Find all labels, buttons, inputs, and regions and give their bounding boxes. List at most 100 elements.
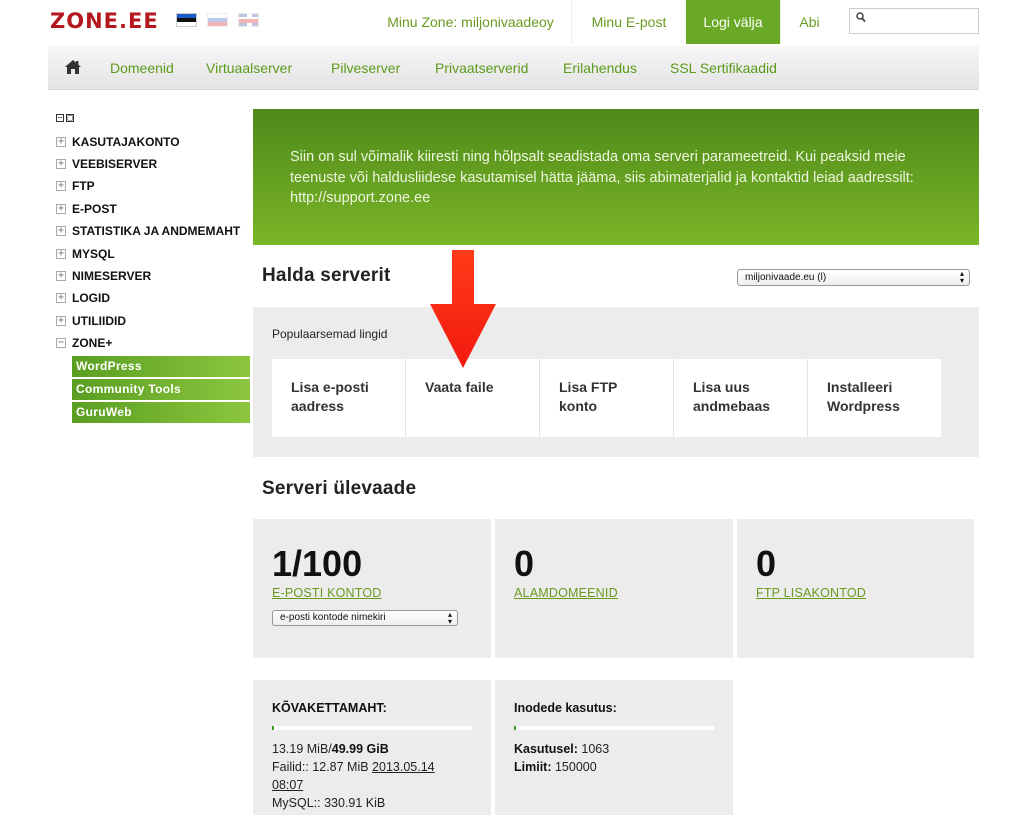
popular-links-panel: Populaarsemad lingid Lisa e-posti aadress…	[253, 307, 979, 457]
sidebar-item-nimeserver[interactable]: + NIMESERVER	[56, 267, 151, 285]
sidebar-item-label: MYSQL	[72, 247, 115, 261]
select-arrows-icon: ▴ ▾	[959, 269, 964, 285]
sidebar-item-label: KASUTAJAKONTO	[72, 135, 180, 149]
expand-icon: +	[56, 158, 66, 169]
sidebar-item-kasutajakonto[interactable]: + KASUTAJAKONTO	[56, 133, 180, 151]
expand-icon: +	[56, 136, 66, 147]
sidebar-item-logid[interactable]: + LOGID	[56, 289, 110, 307]
sidebar-item-label: ZONE+	[72, 336, 113, 350]
collapse-all-icon[interactable]: −	[56, 114, 64, 122]
info-banner: Siin on sul võimalik kiiresti ning hõlps…	[253, 109, 979, 245]
inode-usage-bar-fill	[514, 726, 516, 730]
sidebar-item-label: FTP	[72, 179, 95, 193]
link-install-wordpress[interactable]: Installeeri Wordpress	[808, 359, 941, 437]
home-icon[interactable]	[64, 58, 82, 76]
server-overview-title: Serveri ülevaade	[262, 478, 417, 499]
nav-virtuaalserver[interactable]: Virtuaalserver	[206, 60, 292, 76]
my-zone-link[interactable]: Minu Zone: miljonivaadeoy	[370, 0, 571, 44]
expand-icon: +	[56, 292, 66, 303]
email-accounts-count: 1/100	[272, 543, 363, 584]
ftp-accounts-link[interactable]: FTP LISAKONTOD	[756, 586, 866, 600]
nav-erilahendus[interactable]: Erilahendus	[563, 60, 637, 76]
expand-icon: +	[56, 225, 66, 236]
sidebar-item-label: UTILIIDID	[72, 314, 126, 328]
server-select[interactable]: miljonivaade.eu (l) ▴ ▾	[737, 269, 970, 286]
flag-russia-icon[interactable]	[207, 13, 228, 27]
search-box	[849, 8, 979, 34]
logout-button[interactable]: Logi välja	[686, 0, 780, 44]
link-label: andmebaas	[693, 398, 771, 414]
banner-text: Siin on sul võimalik kiiresti ning hõlps…	[290, 149, 914, 206]
link-view-files[interactable]: Vaata faile	[406, 359, 540, 437]
sidebar-item-ftp[interactable]: + FTP	[56, 177, 95, 195]
disk-usage-bar	[272, 726, 472, 730]
disk-usage-bar-fill	[272, 726, 274, 730]
expand-icon: +	[56, 270, 66, 281]
subdomains-count: 0	[514, 543, 535, 584]
link-label: aadress	[291, 398, 344, 414]
link-add-ftp-account[interactable]: Lisa FTP konto	[540, 359, 674, 437]
nav-domeenid[interactable]: Domeenid	[110, 60, 174, 76]
sidebar-item-e-post[interactable]: + E-POST	[56, 200, 117, 218]
ftp-accounts-box: 0 FTP LISAKONTOD	[737, 519, 974, 658]
sidebar-item-label: STATISTIKA JA ANDMEMAHT	[72, 224, 241, 238]
sidebar-item-label: VEEBISERVER	[72, 157, 158, 171]
nav-pilveserver[interactable]: Pilveserver	[331, 60, 400, 76]
files-time: 08:07	[272, 778, 304, 792]
flag-uk-icon[interactable]	[238, 13, 259, 27]
email-accounts-select-value: e-posti kontode nimekiri	[280, 612, 386, 623]
inode-usage-title: Inodede kasutus:	[514, 701, 617, 715]
link-add-database[interactable]: Lisa uus andmebaas	[674, 359, 808, 437]
expand-all-icon[interactable]: □	[66, 114, 74, 122]
sidebar-item-label: NIMESERVER	[72, 269, 152, 283]
link-add-email-address[interactable]: Lisa e-posti aadress	[272, 359, 406, 437]
flag-estonia-icon[interactable]	[176, 13, 197, 27]
link-label: Lisa FTP	[559, 379, 618, 395]
nav-privaatserverid[interactable]: Privaatserverid	[435, 60, 528, 76]
server-select-value: miljonivaade.eu (l)	[745, 272, 827, 283]
link-label: Vaata faile	[425, 379, 494, 395]
disk-total: 49.99 GiB	[331, 742, 389, 756]
search-input[interactable]	[872, 11, 972, 31]
sidebar-item-zone-plus[interactable]: − ZONE+	[56, 334, 112, 352]
search-icon	[856, 12, 866, 26]
inodes-used-value: 1063	[577, 742, 610, 756]
inode-usage-details: Kasutusel: 1063 Limiit: 150000	[514, 740, 609, 776]
sidebar-sub-community-tools[interactable]: Community Tools	[72, 379, 250, 400]
expand-icon: +	[56, 180, 66, 191]
sidebar-sub-guruweb[interactable]: GuruWeb	[72, 402, 250, 423]
tree-toggles: − □	[56, 114, 74, 122]
sidebar-item-veebiserver[interactable]: + VEEBISERVER	[56, 155, 157, 173]
inodes-limit-label: Limiit:	[514, 760, 552, 774]
link-label: Lisa uus	[693, 379, 750, 395]
sidebar-item-statistika[interactable]: + STATISTIKA JA ANDMEMAHT	[56, 222, 240, 240]
link-label: Lisa e-posti	[291, 379, 369, 395]
manage-server-title: Halda serverit	[262, 265, 391, 286]
email-accounts-box: 1/100 E-POSTI KONTOD e-posti kontode nim…	[253, 519, 491, 658]
disk-usage-title: KÕVAKETTAMAHT:	[272, 701, 387, 715]
expand-icon: +	[56, 203, 66, 214]
files-size: Failid:: 12.87 MiB	[272, 760, 373, 774]
collapse-icon: −	[56, 337, 66, 348]
email-accounts-link[interactable]: E-POSTI KONTOD	[272, 586, 382, 600]
sidebar-item-utiliidid[interactable]: + UTILIIDID	[56, 312, 126, 330]
disk-usage-box: KÕVAKETTAMAHT: 13.19 MiB/49.99 GiB Faili…	[253, 680, 491, 815]
red-arrow-annotation-icon	[430, 250, 496, 368]
top-bar: ZONE.EE Minu Zone: miljonivaadeoy Minu E…	[0, 0, 1024, 44]
mysql-size: MySQL:: 330.91 KiB	[272, 796, 386, 810]
link-label: Wordpress	[827, 398, 900, 414]
email-accounts-select[interactable]: e-posti kontode nimekiri ▴ ▾	[272, 610, 458, 626]
sidebar-item-label: E-POST	[72, 202, 117, 216]
ftp-accounts-count: 0	[756, 543, 777, 584]
disk-usage-details: 13.19 MiB/49.99 GiB Failid:: 12.87 MiB 2…	[272, 740, 435, 812]
my-email-link[interactable]: Minu E-post	[571, 0, 686, 44]
zone-logo[interactable]: ZONE.EE	[50, 9, 159, 33]
nav-ssl-sertifikaadid[interactable]: SSL Sertifikaadid	[670, 60, 777, 76]
sidebar-item-mysql[interactable]: + MYSQL	[56, 245, 115, 263]
link-label: Installeeri	[827, 379, 893, 395]
select-arrows-icon: ▴ ▾	[447, 610, 452, 626]
link-label: konto	[559, 398, 598, 414]
help-link[interactable]: Abi	[780, 0, 838, 44]
subdomains-link[interactable]: ALAMDOMEENID	[514, 586, 618, 600]
sidebar-sub-wordpress[interactable]: WordPress	[72, 356, 250, 377]
